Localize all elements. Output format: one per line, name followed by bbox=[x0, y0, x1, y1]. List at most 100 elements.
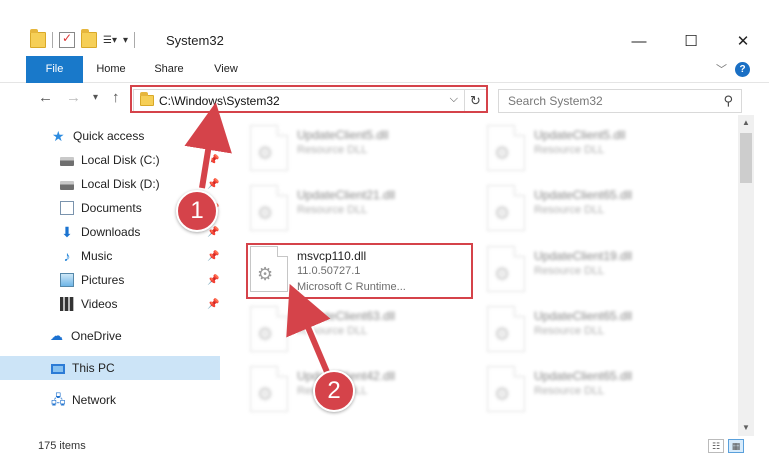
gear-icon: ⚙ bbox=[257, 143, 274, 163]
file-item[interactable]: ⚙ UpdateClient5.dll Resource DLL bbox=[487, 125, 707, 175]
step-2-badge: 2 bbox=[313, 370, 355, 412]
sidebar-item-label: Quick access bbox=[73, 129, 145, 143]
search-icon[interactable]: ⚲ bbox=[723, 93, 733, 109]
file-type: Resource DLL bbox=[534, 325, 605, 337]
folder-icon bbox=[30, 29, 46, 48]
file-name: UpdateClient21.dll bbox=[297, 188, 396, 202]
divider bbox=[134, 32, 136, 48]
pin-icon: 📌 bbox=[207, 274, 220, 286]
sidebar-item-quick-access[interactable]: ★ Quick access bbox=[0, 124, 220, 148]
dll-file-icon: ⚙ bbox=[487, 246, 525, 292]
customize-toolbar-icon[interactable]: ☰▾ bbox=[103, 35, 117, 46]
scrollbar-thumb[interactable] bbox=[740, 133, 752, 183]
pin-icon: 📌 bbox=[207, 250, 220, 262]
sidebar-item-label: Local Disk (C:) bbox=[81, 153, 160, 167]
sidebar-item-label: Music bbox=[81, 249, 113, 263]
expand-ribbon-icon[interactable]: ﹀ bbox=[716, 61, 727, 77]
sidebar-item-onedrive[interactable]: ☁ OneDrive bbox=[0, 324, 220, 348]
network-icon: 🖧 bbox=[51, 392, 66, 407]
file-type: Resource DLL bbox=[297, 325, 368, 337]
gear-icon: ⚙ bbox=[494, 324, 511, 344]
tab-file[interactable]: File bbox=[26, 56, 83, 83]
tab-view[interactable]: View bbox=[204, 56, 248, 83]
file-type: Resource DLL bbox=[534, 265, 605, 277]
status-bar: 175 items ☷ ▦ bbox=[0, 436, 769, 458]
pin-icon: 📌 bbox=[207, 154, 220, 166]
back-arrow-icon[interactable]: ← bbox=[38, 89, 53, 106]
file-item[interactable]: ⚙ UpdateClient65.dll Resource DLL bbox=[487, 366, 707, 416]
help-icon[interactable]: ? bbox=[735, 62, 750, 77]
dll-file-icon: ⚙ bbox=[487, 306, 525, 352]
file-type: Resource DLL bbox=[534, 385, 605, 397]
forward-arrow-icon[interactable]: → bbox=[66, 89, 81, 106]
file-name: UpdateClient5.dll bbox=[297, 128, 389, 142]
search-box[interactable]: Search System32 ⚲ bbox=[498, 89, 742, 113]
dll-file-icon: ⚙ bbox=[487, 185, 525, 231]
file-name: UpdateClient65.dll bbox=[534, 188, 633, 202]
videos-icon bbox=[60, 297, 74, 311]
address-highlight bbox=[130, 85, 488, 113]
dll-file-icon: ⚙ bbox=[487, 125, 525, 171]
new-folder-icon[interactable] bbox=[81, 29, 97, 48]
documents-icon bbox=[60, 201, 74, 215]
properties-icon[interactable] bbox=[59, 31, 75, 48]
sidebar-item-videos[interactable]: Videos 📌 bbox=[0, 292, 220, 316]
file-item[interactable]: ⚙ UpdateClient21.dll Resource DLL bbox=[250, 185, 470, 235]
chevron-down-icon[interactable]: ▾ bbox=[123, 35, 128, 46]
dll-file-icon: ⚙ bbox=[250, 125, 288, 171]
file-type: Resource DLL bbox=[534, 144, 605, 156]
sidebar-item-pictures[interactable]: Pictures 📌 bbox=[0, 268, 220, 292]
close-button[interactable]: ✕ bbox=[717, 26, 769, 56]
sidebar-item-label: Documents bbox=[81, 201, 142, 215]
title-bar: ☰▾ ▾ System32 — ☐ ✕ bbox=[0, 0, 769, 56]
file-name: UpdateClient65.dll bbox=[534, 309, 633, 323]
file-item[interactable]: ⚙ UpdateClient19.dll Resource DLL bbox=[487, 246, 707, 296]
file-type: Resource DLL bbox=[297, 144, 368, 156]
dll-file-icon: ⚙ bbox=[250, 306, 288, 352]
file-name: UpdateClient19.dll bbox=[534, 249, 633, 263]
sidebar-item-label: Network bbox=[72, 393, 117, 407]
vertical-scrollbar[interactable]: ▲ ▼ bbox=[738, 115, 754, 436]
pin-icon: 📌 bbox=[207, 298, 220, 310]
file-item[interactable]: ⚙ UpdateClient65.dll Resource DLL bbox=[487, 185, 707, 235]
up-arrow-icon[interactable]: ↑ bbox=[112, 89, 120, 106]
scroll-up-icon[interactable]: ▲ bbox=[738, 115, 754, 131]
sidebar-item-label: Downloads bbox=[81, 225, 141, 239]
tiles-view-icon[interactable]: ▦ bbox=[728, 439, 744, 453]
sidebar-item-label: This PC bbox=[72, 361, 115, 375]
disk-icon bbox=[60, 157, 74, 166]
step-1-badge: 1 bbox=[176, 190, 218, 232]
recent-locations-icon[interactable]: ▾ bbox=[93, 92, 98, 103]
file-type: Resource DLL bbox=[534, 204, 605, 216]
file-item[interactable]: ⚙ UpdateClient5.dll Resource DLL bbox=[250, 125, 470, 175]
pictures-icon bbox=[60, 273, 74, 287]
sidebar-item-music[interactable]: ♪ Music 📌 bbox=[0, 244, 220, 268]
gear-icon: ⚙ bbox=[494, 143, 511, 163]
tab-share[interactable]: Share bbox=[146, 56, 192, 83]
maximize-button[interactable]: ☐ bbox=[665, 26, 717, 56]
gear-icon: ⚙ bbox=[494, 384, 511, 404]
gear-icon: ⚙ bbox=[494, 203, 511, 223]
file-item[interactable]: ⚙ UpdateClient65.dll Resource DLL bbox=[487, 306, 707, 356]
file-item[interactable]: ⚙ UpdateClient42.dll Resource DLL bbox=[250, 366, 470, 416]
sidebar-item-local-disk-c[interactable]: Local Disk (C:) 📌 bbox=[0, 148, 220, 172]
dll-file-icon: ⚙ bbox=[250, 185, 288, 231]
tab-home[interactable]: Home bbox=[88, 56, 134, 83]
sidebar-item-this-pc[interactable]: This PC bbox=[0, 356, 220, 380]
frame-bottom bbox=[0, 458, 769, 476]
scroll-down-icon[interactable]: ▼ bbox=[738, 420, 754, 436]
sidebar-item-label: Pictures bbox=[81, 273, 125, 287]
star-icon: ★ bbox=[52, 128, 65, 144]
dll-file-icon: ⚙ bbox=[250, 366, 288, 412]
navigation-pane: ★ Quick access Local Disk (C:) 📌 Local D… bbox=[0, 118, 220, 436]
gear-icon: ⚙ bbox=[494, 264, 511, 284]
file-name: UpdateClient5.dll bbox=[534, 128, 626, 142]
dll-file-icon: ⚙ bbox=[487, 366, 525, 412]
details-view-icon[interactable]: ☷ bbox=[708, 439, 724, 453]
search-input[interactable]: Search System32 bbox=[508, 94, 603, 108]
gear-icon: ⚙ bbox=[257, 324, 274, 344]
quick-access-toolbar: ☰▾ ▾ bbox=[30, 29, 136, 48]
sidebar-item-network[interactable]: 🖧 Network bbox=[0, 388, 220, 412]
file-item[interactable]: ⚙ UpdateClient63.dll Resource DLL bbox=[250, 306, 470, 356]
minimize-button[interactable]: — bbox=[613, 26, 665, 56]
